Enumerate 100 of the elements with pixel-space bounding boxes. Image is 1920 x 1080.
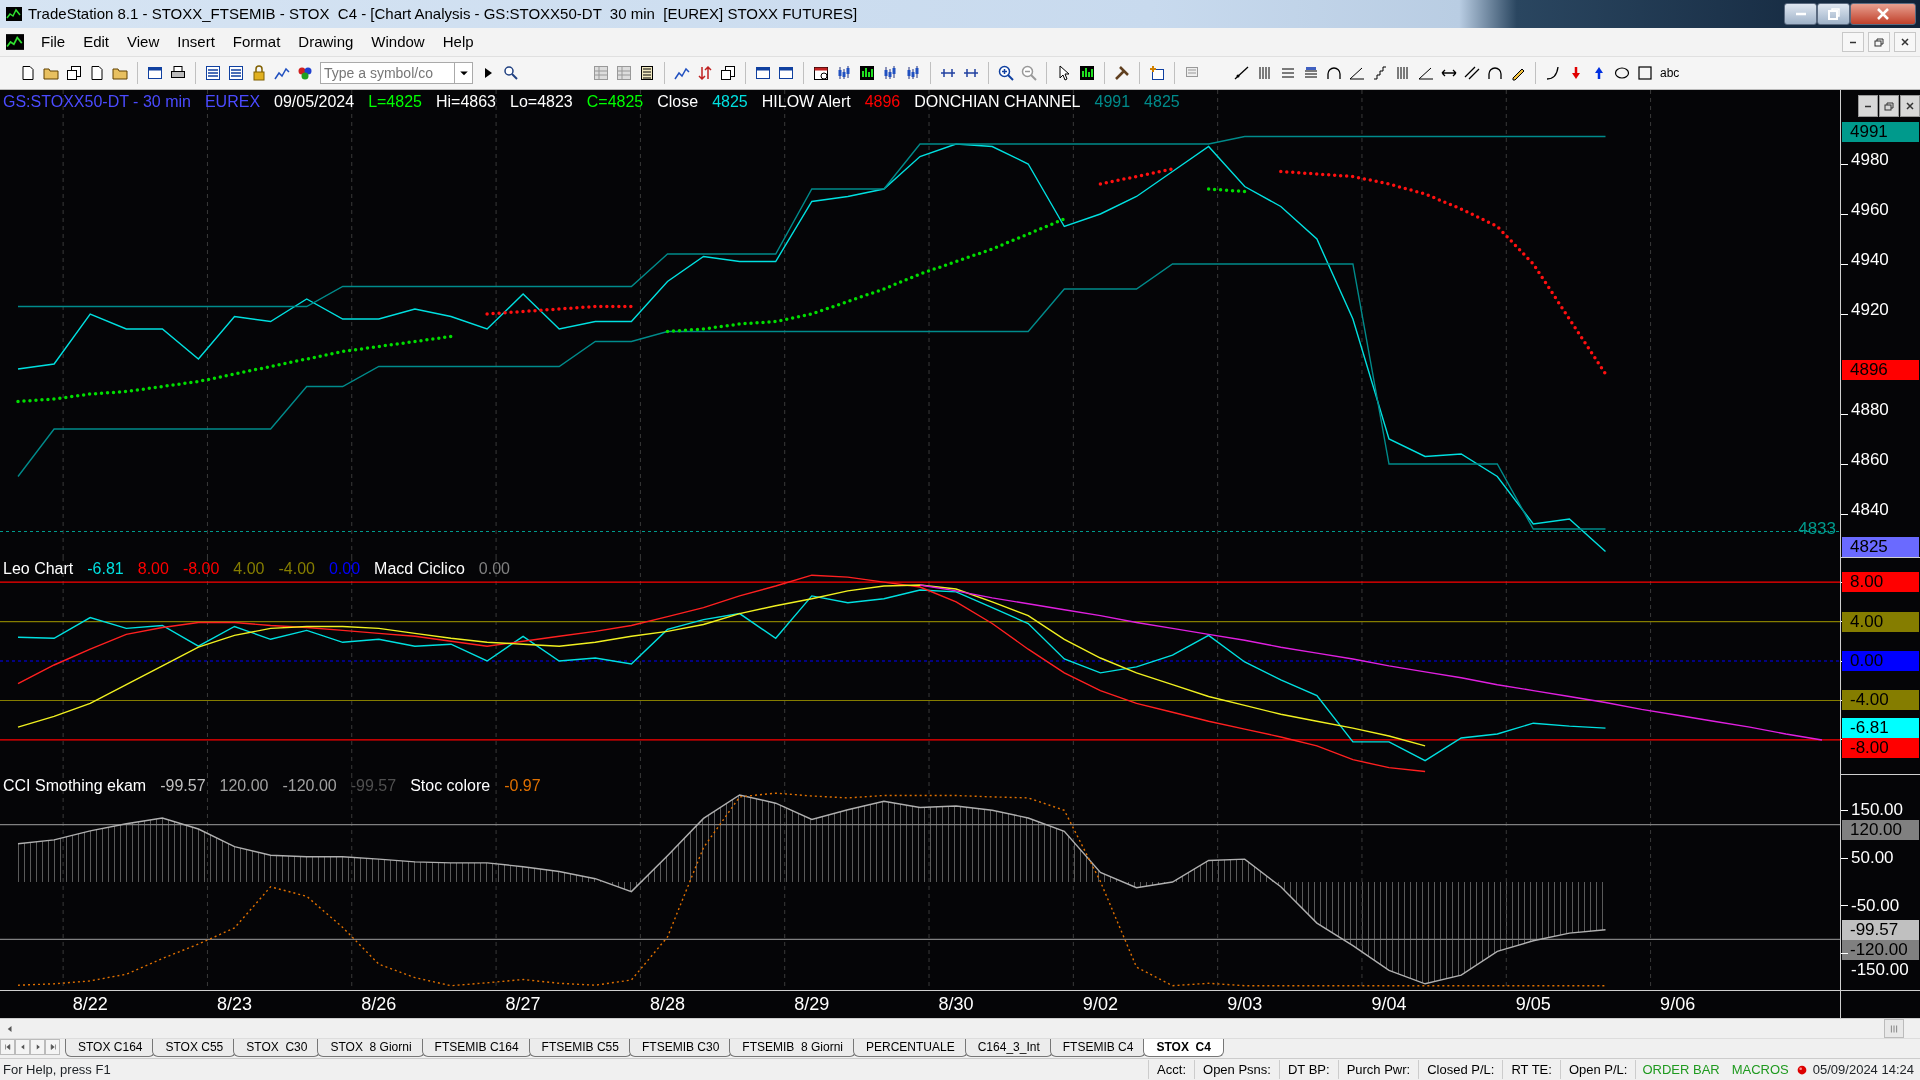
- window-icon[interactable]: [755, 65, 771, 81]
- line-chart-icon[interactable]: [274, 65, 290, 81]
- menu-item[interactable]: Format: [223, 30, 290, 54]
- printer-icon[interactable]: [170, 65, 186, 81]
- app-icon: [6, 33, 24, 51]
- legend-text: Hi=4863: [435, 93, 496, 111]
- curve-icon[interactable]: [1545, 65, 1561, 81]
- first-tab-button[interactable]: [0, 1039, 15, 1055]
- legend-text: L=4825: [368, 93, 422, 111]
- date-label: 8/29: [794, 994, 830, 1014]
- legend-text: HILOW Alert: [761, 93, 851, 111]
- minimize-icon: [1849, 40, 1857, 44]
- value-marker: 120.00: [1842, 820, 1919, 841]
- minimize-icon: [1794, 12, 1807, 16]
- status-field: Purch Pwr:: [1337, 1059, 1419, 1080]
- previous-tab-button[interactable]: [15, 1039, 30, 1055]
- window-icon[interactable]: [147, 65, 163, 81]
- calendar-icon[interactable]: [813, 65, 829, 81]
- folder-icon[interactable]: [43, 65, 59, 81]
- legend-text: Leo Chart: [3, 560, 74, 578]
- ellipse-icon[interactable]: [1614, 65, 1630, 81]
- sheet-tab[interactable]: PERCENTUALE: [853, 1039, 968, 1057]
- sheet-tab[interactable]: C164_3_Int: [964, 1039, 1053, 1057]
- minimize-icon: [1864, 104, 1872, 108]
- menu-item[interactable]: Drawing: [289, 30, 363, 54]
- legend-text: EUREX: [204, 93, 261, 111]
- search-icon[interactable]: [503, 65, 519, 81]
- bar-chart-icon[interactable]: [859, 65, 875, 81]
- date-label: 8/23: [217, 994, 252, 1014]
- first-icon: [2, 1042, 13, 1052]
- pages-icon[interactable]: [720, 65, 736, 81]
- sheet-tab[interactable]: FTSEMIB 8 Giorni: [729, 1039, 856, 1057]
- restore-button[interactable]: [1817, 3, 1850, 25]
- legend-text: -99.57: [350, 777, 397, 795]
- arc-icon[interactable]: [1326, 65, 1342, 81]
- menu-item[interactable]: Insert: [168, 30, 224, 54]
- list-icon[interactable]: [228, 65, 244, 81]
- axis-label: 4920: [1851, 299, 1889, 320]
- candlestick-icon[interactable]: [882, 65, 898, 81]
- text-tool[interactable]: abc: [1660, 64, 1680, 82]
- value-marker: 4896: [1842, 359, 1919, 380]
- restore-button[interactable]: [1879, 95, 1899, 117]
- document-icon[interactable]: [20, 65, 36, 81]
- restore-button[interactable]: [1868, 32, 1890, 52]
- axis-label: 4880: [1851, 399, 1889, 420]
- rectangle-icon[interactable]: [1637, 65, 1653, 81]
- minimize-button[interactable]: [1784, 3, 1817, 25]
- close-button[interactable]: [1850, 3, 1916, 25]
- sheet-tab[interactable]: STOX 8 Giorni: [317, 1039, 425, 1057]
- menu-item[interactable]: Window: [362, 30, 434, 54]
- calculator-icon[interactable]: [639, 65, 655, 81]
- sheet-tab[interactable]: FTSEMIB C164: [421, 1039, 532, 1057]
- last-tab-button[interactable]: [45, 1039, 60, 1055]
- lock-icon[interactable]: [251, 65, 267, 81]
- line-chart-icon[interactable]: [674, 65, 690, 81]
- legend-text: Close: [657, 93, 699, 111]
- close-button[interactable]: [1900, 95, 1920, 117]
- legend-text: 8.00: [137, 560, 169, 578]
- angle-icon[interactable]: [1418, 65, 1434, 81]
- document-icon[interactable]: [89, 65, 105, 81]
- sheet-tab[interactable]: FTSEMIB C55: [528, 1039, 632, 1057]
- bar-chart-icon[interactable]: [1079, 65, 1095, 81]
- legend-text: DONCHIAN CHANNEL: [914, 93, 1081, 111]
- menu-item[interactable]: File: [32, 30, 75, 54]
- menu-item[interactable]: View: [118, 30, 169, 54]
- add-window-icon[interactable]: [1149, 65, 1165, 81]
- resize-button[interactable]: [1884, 1019, 1904, 1038]
- symbol-field[interactable]: Type a symbol/co: [320, 62, 455, 84]
- pages-icon[interactable]: [66, 65, 82, 81]
- list-icon[interactable]: [205, 65, 221, 81]
- steps-icon[interactable]: [1372, 65, 1388, 81]
- legend-text: Lo=4823: [510, 93, 573, 111]
- balls-icon[interactable]: [297, 65, 313, 81]
- candlestick-icon[interactable]: [905, 65, 921, 81]
- angle-icon[interactable]: [1349, 65, 1365, 81]
- zoom-out-icon[interactable]: [1021, 65, 1037, 81]
- next-tab-button[interactable]: [30, 1039, 45, 1055]
- date-label: 9/06: [1660, 994, 1696, 1014]
- grid-icon[interactable]: [593, 65, 609, 81]
- axis-label: -4.00: [1842, 690, 1919, 711]
- arrows-icon[interactable]: [697, 65, 713, 81]
- arc-icon[interactable]: [1487, 65, 1503, 81]
- candlestick-icon[interactable]: [836, 65, 852, 81]
- vertical-lines-icon[interactable]: [1395, 65, 1411, 81]
- menu-item[interactable]: Edit: [74, 30, 119, 54]
- close-button[interactable]: [1894, 32, 1916, 52]
- zoom-in-icon[interactable]: [998, 65, 1014, 81]
- parallel-lines-icon[interactable]: [1464, 65, 1480, 81]
- grid-icon[interactable]: [616, 65, 632, 81]
- status-field: Closed P/L:: [1418, 1059, 1503, 1080]
- trendline-icon[interactable]: [1234, 65, 1250, 81]
- horizontal-lines-icon[interactable]: [1280, 65, 1296, 81]
- vertical-lines-icon[interactable]: [1257, 65, 1273, 81]
- sheet-tab[interactable]: STOX C4: [1143, 1039, 1224, 1057]
- pointer-icon[interactable]: [1056, 65, 1072, 81]
- folder-icon[interactable]: [112, 65, 128, 81]
- menu-item[interactable]: Help: [433, 30, 483, 54]
- window-icon[interactable]: [778, 65, 794, 81]
- axis-label: 150.00: [1851, 800, 1903, 821]
- dropdown-button[interactable]: [455, 62, 473, 84]
